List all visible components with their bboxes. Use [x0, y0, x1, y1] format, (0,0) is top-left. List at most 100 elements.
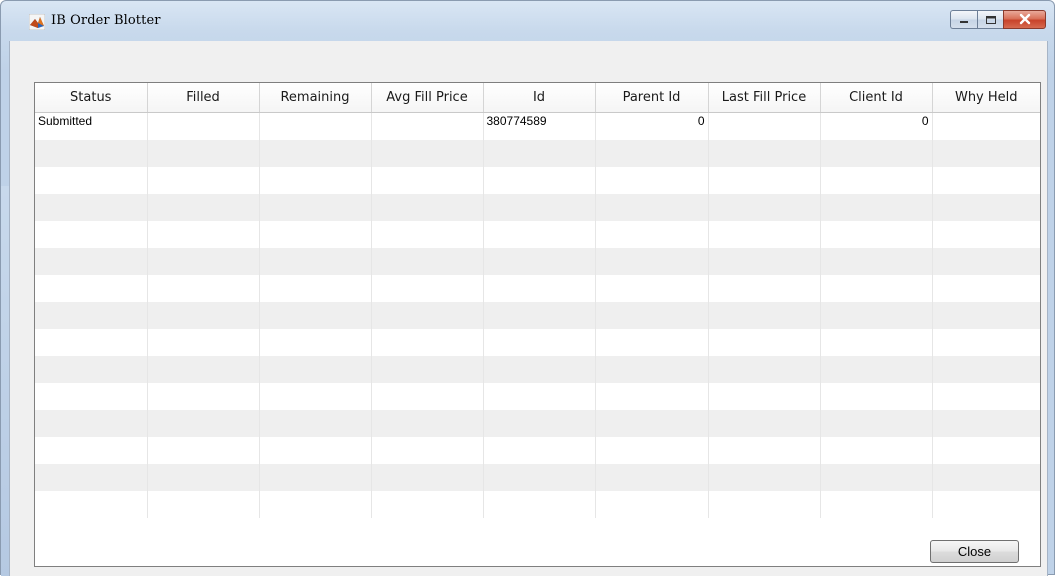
table-cell-empty[interactable] — [483, 410, 596, 437]
column-header-avg-fill-price[interactable]: Avg Fill Price — [371, 83, 484, 113]
cell-id[interactable]: 380774589 — [483, 112, 596, 140]
table-cell-empty[interactable] — [932, 221, 1040, 248]
table-row-empty[interactable] — [35, 167, 1040, 194]
table-cell-empty[interactable] — [259, 383, 372, 410]
cell-remaining[interactable] — [259, 112, 372, 140]
table-cell-empty[interactable] — [35, 248, 148, 275]
table-cell-empty[interactable] — [708, 302, 821, 329]
table-cell-empty[interactable] — [820, 356, 933, 383]
table-cell-empty[interactable] — [932, 437, 1040, 464]
table-row-empty[interactable] — [35, 302, 1040, 329]
table-cell-empty[interactable] — [259, 437, 372, 464]
order-table-container[interactable]: Status Filled Remaining Avg Fill Price I… — [34, 82, 1041, 567]
table-cell-empty[interactable] — [35, 329, 148, 356]
table-cell-empty[interactable] — [932, 140, 1040, 167]
column-header-filled[interactable]: Filled — [147, 83, 260, 113]
table-row-empty[interactable] — [35, 464, 1040, 491]
title-bar[interactable]: IB Order Blotter — [1, 1, 1054, 41]
table-cell-empty[interactable] — [35, 356, 148, 383]
table-cell-empty[interactable] — [483, 167, 596, 194]
table-cell-empty[interactable] — [259, 410, 372, 437]
table-cell-empty[interactable] — [259, 275, 372, 302]
table-row-empty[interactable] — [35, 248, 1040, 275]
table-cell-empty[interactable] — [932, 329, 1040, 356]
table-cell-empty[interactable] — [708, 437, 821, 464]
table-row-empty[interactable] — [35, 329, 1040, 356]
table-cell-empty[interactable] — [932, 464, 1040, 491]
table-cell-empty[interactable] — [35, 275, 148, 302]
table-cell-empty[interactable] — [708, 329, 821, 356]
table-row-empty[interactable] — [35, 491, 1040, 518]
table-cell-empty[interactable] — [35, 140, 148, 167]
table-cell-empty[interactable] — [820, 410, 933, 437]
table-cell-empty[interactable] — [147, 248, 260, 275]
table-cell-empty[interactable] — [147, 410, 260, 437]
table-cell-empty[interactable] — [147, 221, 260, 248]
table-cell-empty[interactable] — [595, 140, 709, 167]
table-cell-empty[interactable] — [820, 140, 933, 167]
table-row-empty[interactable] — [35, 194, 1040, 221]
table-cell-empty[interactable] — [371, 248, 484, 275]
table-row-empty[interactable] — [35, 140, 1040, 167]
table-cell-empty[interactable] — [259, 356, 372, 383]
table-cell-empty[interactable] — [259, 248, 372, 275]
table-cell-empty[interactable] — [820, 329, 933, 356]
table-cell-empty[interactable] — [259, 167, 372, 194]
table-cell-empty[interactable] — [595, 464, 709, 491]
cell-status[interactable]: Submitted — [35, 112, 148, 140]
table-cell-empty[interactable] — [708, 275, 821, 302]
table-cell-empty[interactable] — [147, 437, 260, 464]
table-cell-empty[interactable] — [35, 221, 148, 248]
table-cell-empty[interactable] — [259, 491, 372, 518]
table-cell-empty[interactable] — [147, 140, 260, 167]
table-cell-empty[interactable] — [708, 140, 821, 167]
table-cell-empty[interactable] — [147, 302, 260, 329]
table-cell-empty[interactable] — [708, 410, 821, 437]
table-cell-empty[interactable] — [147, 464, 260, 491]
table-cell-empty[interactable] — [708, 221, 821, 248]
table-cell-empty[interactable] — [371, 275, 484, 302]
table-cell-empty[interactable] — [932, 194, 1040, 221]
close-window-button[interactable] — [1003, 10, 1046, 29]
column-header-remaining[interactable]: Remaining — [259, 83, 372, 113]
table-cell-empty[interactable] — [595, 248, 709, 275]
cell-filled[interactable] — [147, 112, 260, 140]
table-cell-empty[interactable] — [35, 491, 148, 518]
table-cell-empty[interactable] — [35, 383, 148, 410]
table-cell-empty[interactable] — [820, 167, 933, 194]
table-cell-empty[interactable] — [820, 194, 933, 221]
cell-avg-fill-price[interactable] — [371, 112, 484, 140]
column-header-last-fill-price[interactable]: Last Fill Price — [708, 83, 821, 113]
table-cell-empty[interactable] — [259, 464, 372, 491]
table-cell-empty[interactable] — [483, 221, 596, 248]
table-cell-empty[interactable] — [371, 194, 484, 221]
table-cell-empty[interactable] — [147, 167, 260, 194]
table-cell-empty[interactable] — [483, 329, 596, 356]
table-cell-empty[interactable] — [371, 140, 484, 167]
table-cell-empty[interactable] — [595, 221, 709, 248]
table-row-empty[interactable] — [35, 221, 1040, 248]
cell-last-fill-price[interactable] — [708, 112, 821, 140]
table-cell-empty[interactable] — [595, 383, 709, 410]
table-cell-empty[interactable] — [820, 302, 933, 329]
table-cell-empty[interactable] — [483, 275, 596, 302]
column-header-why-held[interactable]: Why Held — [932, 83, 1040, 113]
table-cell-empty[interactable] — [483, 248, 596, 275]
table-cell-empty[interactable] — [932, 410, 1040, 437]
table-cell-empty[interactable] — [371, 464, 484, 491]
table-row-empty[interactable] — [35, 437, 1040, 464]
table-cell-empty[interactable] — [371, 356, 484, 383]
table-row-empty[interactable] — [35, 410, 1040, 437]
table-cell-empty[interactable] — [932, 248, 1040, 275]
table-cell-empty[interactable] — [932, 302, 1040, 329]
table-cell-empty[interactable] — [147, 491, 260, 518]
table-cell-empty[interactable] — [820, 464, 933, 491]
minimize-button[interactable] — [950, 10, 977, 29]
table-cell-empty[interactable] — [708, 248, 821, 275]
cell-why-held[interactable] — [932, 112, 1040, 140]
table-cell-empty[interactable] — [35, 437, 148, 464]
column-header-status[interactable]: Status — [35, 83, 148, 113]
table-cell-empty[interactable] — [371, 167, 484, 194]
table-cell-empty[interactable] — [708, 464, 821, 491]
table-cell-empty[interactable] — [932, 167, 1040, 194]
